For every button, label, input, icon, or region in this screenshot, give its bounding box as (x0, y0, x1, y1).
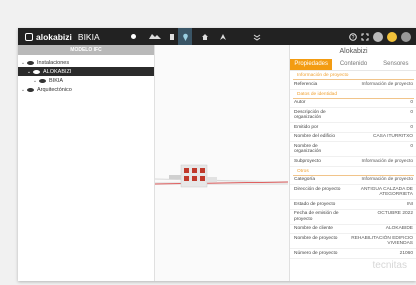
property-key: Dirección de proyecto (294, 186, 341, 192)
brand: alokabizi BIKIA (25, 32, 100, 42)
properties-tabs: Propiedades Contenido Sensores (290, 59, 416, 71)
property-value: 0 (410, 124, 413, 130)
property-value: 21060 (399, 250, 413, 256)
home-icon[interactable] (200, 28, 210, 45)
property-value: Información de proyecto (361, 158, 413, 164)
property-value: Información de proyecto (361, 81, 413, 87)
tab-sensores[interactable]: Sensores (375, 59, 416, 70)
watermark: tecnitas (372, 260, 407, 271)
property-value: OCTUBRE 2022 (377, 211, 413, 216)
collapse-icon[interactable] (252, 28, 262, 45)
property-row: Nombre del edificio CASA ITURRITXO (290, 133, 416, 142)
eye-icon[interactable] (33, 69, 40, 74)
property-value: 0 (410, 109, 413, 115)
property-row: Autor 0 (290, 99, 416, 108)
property-key: Referencia (294, 81, 318, 87)
property-value: 0 (410, 100, 413, 105)
building-model[interactable] (154, 45, 289, 281)
section-header: Otros (293, 167, 414, 176)
brand-logo-icon (25, 32, 33, 41)
property-row: Estado de proyecto INI (290, 200, 416, 210)
property-key: Fecha de emisión de proyecto (294, 211, 339, 222)
property-value: INI (406, 201, 413, 207)
properties-panel: Alokabizi Propiedades Contenido Sensores… (289, 45, 416, 281)
property-key: Nombre del edificio (294, 134, 336, 139)
tree-item-label: BIKIA (49, 77, 64, 84)
svg-text:?: ? (352, 35, 355, 41)
property-value: ALOKABIDE (385, 226, 413, 231)
property-key: Descripción de organización (294, 109, 326, 121)
model-tree-panel: MODELO IFC ⌄ Instalaciones ⌄ ALOKABIZI ⌄… (18, 45, 155, 281)
tree-item-bikia[interactable]: ⌄ BIKIA (18, 76, 154, 85)
property-key: Autor (294, 100, 306, 105)
property-key: Estado de proyecto (294, 201, 336, 207)
model-tree-header: MODELO IFC (18, 45, 154, 55)
app-window: alokabizi BIKIA ? MODELO IFC ⌄ Instalaci… (18, 28, 416, 281)
property-row: Categoría Información de proyecto (290, 176, 416, 185)
property-row: Fecha de emisión de proyecto OCTUBRE 2022 (290, 210, 416, 225)
property-value: 0 (410, 143, 413, 149)
pin-icon[interactable] (178, 28, 192, 45)
property-row: Emitido por 0 (290, 123, 416, 133)
property-row: Descripción de organización 0 (290, 108, 416, 123)
layers-icon[interactable] (168, 28, 176, 45)
3d-viewport[interactable] (154, 45, 289, 281)
visor-icon[interactable] (146, 28, 164, 45)
moon-icon[interactable] (128, 28, 138, 45)
property-key: Nombre de organización (294, 143, 322, 155)
fly-icon[interactable] (216, 28, 230, 45)
property-key: Número de proyecto (294, 250, 338, 256)
section-header: Datos de identidad (293, 90, 414, 99)
property-row: Referencia Información de proyecto (290, 80, 416, 90)
property-row: Nombre de organización 0 (290, 142, 416, 157)
help-icon[interactable]: ? (348, 28, 358, 45)
chevron-down-icon[interactable]: ⌄ (20, 87, 26, 93)
tab-contenido[interactable]: Contenido (332, 59, 374, 70)
property-key: Emitido por (294, 124, 319, 130)
tab-propiedades[interactable]: Propiedades (290, 59, 333, 70)
chevron-down-icon[interactable]: ⌄ (26, 69, 32, 75)
property-row: Número de proyecto 21060 (290, 249, 416, 259)
brand-name: alokabizi (36, 31, 72, 42)
property-row: Nombre de cliente ALOKABIDE (290, 225, 416, 234)
property-value: ANTIGUA CALZADA DE ATEGORRIETA (360, 186, 413, 198)
property-value: Información de proyecto (361, 177, 413, 182)
tree-item-label: Instalaciones (37, 59, 70, 66)
property-value: REHABILITACIÓN EDIFICIO VIVIENDAS (351, 235, 413, 247)
tree-item-instalaciones[interactable]: ⌄ Instalaciones (18, 58, 154, 67)
chevron-down-icon[interactable]: ⌄ (32, 78, 38, 84)
settings-avatar[interactable] (372, 28, 384, 45)
property-value: CASA ITURRITXO (373, 134, 413, 139)
property-row: Nombre de proyecto REHABILITACIÓN EDIFICI… (290, 234, 416, 249)
property-key: Nombre de cliente (294, 226, 333, 231)
tree-item-label: ALOKABIZI (43, 68, 72, 75)
property-key: Subproyecto (294, 158, 321, 164)
property-row: Dirección de proyecto ANTIGUA CALZADA DE … (290, 185, 416, 200)
section-header: Información de proyecto (293, 71, 414, 80)
property-key: Categoría (294, 177, 316, 182)
tree-item-label: Arquitectónico (37, 86, 72, 93)
user-avatar[interactable] (386, 28, 398, 45)
notifications-avatar[interactable] (400, 28, 412, 45)
top-bar: alokabizi BIKIA ? (18, 28, 416, 45)
project-name: BIKIA (77, 31, 100, 42)
fullscreen-icon[interactable] (360, 28, 370, 45)
chevron-down-icon[interactable]: ⌄ (20, 60, 26, 66)
eye-icon[interactable] (39, 78, 46, 83)
property-key: Nombre de proyecto (294, 235, 338, 241)
tree-item-arquitectonico[interactable]: ⌄ Arquitectónico (18, 85, 154, 94)
panel-title: Alokabizi (339, 48, 368, 55)
eye-icon[interactable] (27, 87, 34, 92)
eye-icon[interactable] (27, 60, 34, 65)
property-row: Subproyecto Información de proyecto (290, 157, 416, 167)
tree-item-alokabizi[interactable]: ⌄ ALOKABIZI (18, 67, 154, 76)
